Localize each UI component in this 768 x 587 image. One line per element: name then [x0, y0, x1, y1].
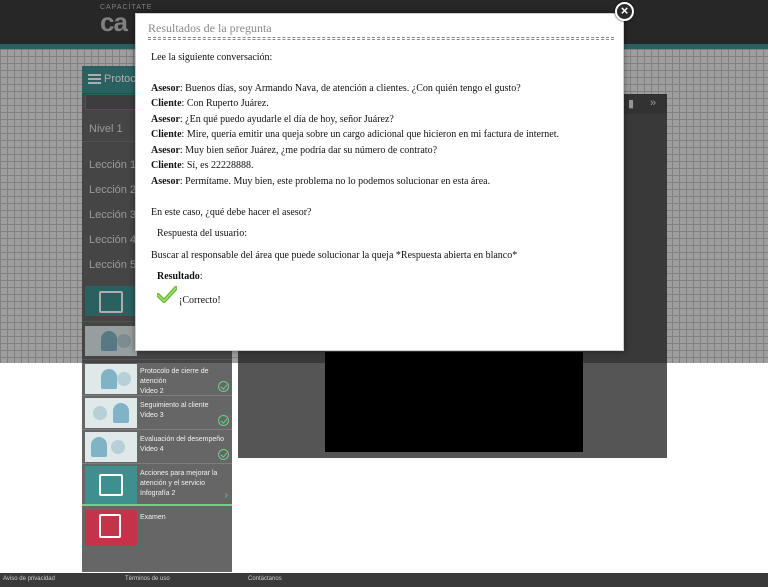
list-item-video-2[interactable]: Protocolo de cierre de atención Video 2 — [82, 362, 232, 396]
question-text: En este caso, ¿qué debe hacer el asesor? — [151, 207, 312, 218]
conversation-line: Cliente: Sí, es 22228888. — [151, 160, 254, 171]
video-thumbnail — [85, 364, 137, 394]
conversation-line: Cliente: Mire, quería emitir una queja s… — [151, 129, 559, 140]
video-thumbnail — [85, 398, 137, 428]
dialog-title: Resultados de la pregunta — [148, 21, 272, 35]
chevron-right-icon: › — [224, 490, 228, 501]
conversation-line: Cliente: Con Ruperto Juárez. — [151, 98, 269, 109]
infographic-thumbnail — [85, 466, 137, 504]
conversation-line: Asesor: ¿En qué puedo ayudarle el día de… — [151, 114, 394, 125]
item-title: Evaluación del desempeño Video 4 — [140, 436, 225, 453]
check-circle-icon — [218, 415, 229, 426]
conversation-line: Asesor: Permítame. Muy bien, este proble… — [151, 176, 491, 187]
intro-text: Lee la siguiente conversación: — [151, 52, 273, 63]
results-dialog: Resultados de la pregunta Lee la siguien… — [135, 13, 624, 351]
item-title: Protocolo de cierre de atención Video 2 — [140, 368, 209, 395]
clipboard-check-icon — [99, 514, 121, 538]
footer-link-terms[interactable]: Términos de uso — [125, 576, 170, 582]
check-circle-icon — [218, 449, 229, 460]
list-item-examen[interactable]: Examen — [82, 508, 232, 548]
video-thumbnail — [85, 432, 137, 462]
list-item-infografia-2[interactable]: Acciones para mejorar la atención y el s… — [82, 464, 232, 506]
user-answer-label: Respuesta del usuario: — [157, 228, 247, 239]
footer-link-privacy[interactable]: Aviso de privacidad — [3, 576, 55, 582]
item-title: Acciones para mejorar la atención y el s… — [140, 470, 218, 497]
conversation-line: Asesor: Muy bien señor Juárez, ¿me podrí… — [151, 145, 438, 156]
conversation-line: Asesor: Buenos días, soy Armando Nava, d… — [151, 83, 521, 94]
footer-link-contact[interactable]: Contáctanos — [248, 576, 282, 582]
item-title: Examen — [140, 514, 166, 521]
checkmark-icon — [157, 286, 177, 303]
exam-thumbnail — [85, 510, 137, 546]
document-chart-icon — [99, 474, 123, 496]
list-item-video-4[interactable]: Evaluación del desempeño Video 4 — [82, 430, 232, 464]
item-title: Seguimiento al cliente Video 3 — [140, 402, 209, 419]
list-item-video-3[interactable]: Seguimiento al cliente Video 3 — [82, 396, 232, 430]
result-label: Resultado: — [157, 271, 203, 282]
check-circle-icon — [218, 381, 229, 392]
close-icon[interactable]: × — [615, 2, 634, 21]
footer: Aviso de privacidad Términos de uso Cont… — [0, 573, 768, 587]
user-answer-text: Buscar al responsable del área que puede… — [151, 250, 518, 261]
video-player[interactable] — [325, 352, 583, 452]
title-divider — [148, 37, 614, 40]
result-value: ¡Correcto! — [179, 295, 221, 306]
